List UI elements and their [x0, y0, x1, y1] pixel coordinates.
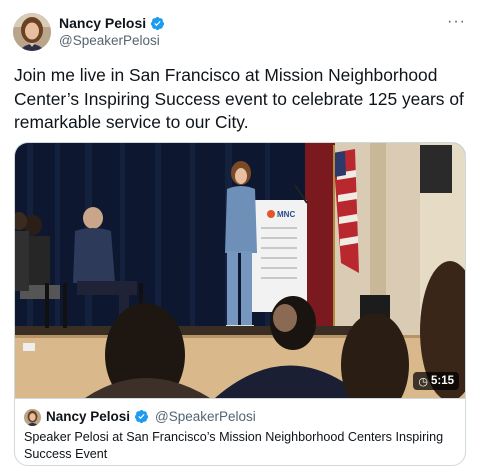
tweet-card: Nancy Pelosi @SpeakerPelosi ··· Join me … [0, 0, 480, 473]
video-player[interactable]: MNC ◷ 5:15 [15, 143, 465, 398]
quoted-author-row: Nancy Pelosi @SpeakerPelosi [46, 409, 256, 424]
quoted-handle[interactable]: @SpeakerPelosi [155, 409, 256, 424]
verified-badge-icon [151, 16, 165, 30]
author-display-name[interactable]: Nancy Pelosi [59, 15, 146, 31]
quoted-tweet[interactable]: Nancy Pelosi @SpeakerPelosi Speaker Pelo… [15, 398, 465, 465]
avatar-photo-icon [13, 13, 51, 51]
author-name-row: Nancy Pelosi [59, 15, 165, 31]
avatar-photo-icon [24, 409, 41, 426]
more-options-icon[interactable]: ··· [447, 13, 466, 31]
video-duration-text: 5:15 [430, 375, 454, 387]
media-card[interactable]: MNC ◷ 5:15 Nancy Pelosi @SpeakerPelosi S… [14, 142, 466, 466]
quoted-tweet-text: Speaker Pelosi at San Francisco’s Missio… [24, 430, 444, 461]
video-thumbnail: MNC [15, 143, 465, 398]
quoted-author-avatar[interactable] [24, 409, 41, 426]
quoted-display-name[interactable]: Nancy Pelosi [46, 409, 130, 424]
video-duration-badge: ◷ 5:15 [413, 372, 459, 390]
verified-badge-icon [134, 409, 149, 424]
tweet-text: Join me live in San Francisco at Mission… [14, 65, 464, 132]
author-handle[interactable]: @SpeakerPelosi [59, 33, 160, 48]
replay-clock-icon: ◷ [418, 375, 428, 388]
podium-sign-text: MNC [277, 210, 295, 219]
author-avatar[interactable] [13, 13, 51, 51]
